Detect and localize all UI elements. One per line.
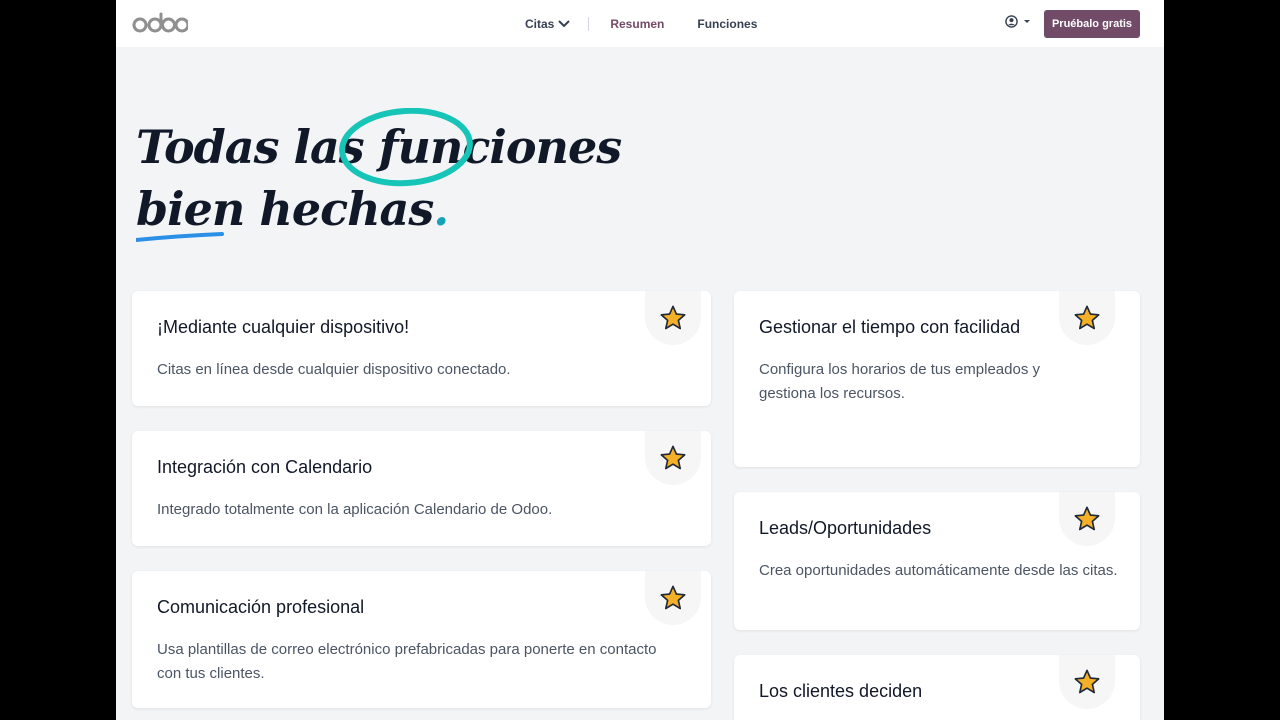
feature-card: ¡Mediante cualquier dispositivo! Citas e… <box>132 291 711 406</box>
page: Citas Resumen Funciones Pruébalo gratis <box>116 0 1164 720</box>
feature-card: Gestionar el tiempo con facilidad Config… <box>734 291 1140 467</box>
star-icon <box>1074 506 1100 531</box>
card-description: Crea oportunidades automáticamente desde… <box>759 562 1118 579</box>
feature-card: Leads/Oportunidades Crea oportunidades a… <box>734 492 1140 630</box>
odoo-logo[interactable] <box>132 10 188 36</box>
hero-highlight-word: funciones <box>378 120 622 174</box>
card-description: Integrado totalmente con la aplicación C… <box>157 501 553 518</box>
caret-down-icon <box>1024 19 1030 23</box>
hero-heading: Todas las funciones bien hechas. <box>136 108 656 248</box>
card-description: Configura los horarios de tus empleados … <box>759 361 1040 402</box>
nav-citas-dropdown[interactable]: Citas <box>525 16 571 31</box>
hero-underlined-word: bien <box>136 182 245 236</box>
main-nav: Citas Resumen Funciones <box>525 0 757 47</box>
nav-divider <box>588 16 590 31</box>
star-badge <box>1059 291 1115 345</box>
card-title: Gestionar el tiempo con facilidad <box>759 317 1021 337</box>
star-icon <box>1074 305 1100 330</box>
user-menu[interactable] <box>1005 15 1032 28</box>
hero-line-2: bien hechas. <box>136 182 449 236</box>
top-navbar: Citas Resumen Funciones Pruébalo gratis <box>116 0 1164 47</box>
star-badge <box>645 571 701 625</box>
card-description: Citas en línea desde cualquier dispositi… <box>157 361 511 378</box>
odoo-logo-icon <box>132 12 188 33</box>
feature-card: Los clientes deciden <box>734 655 1140 720</box>
card-title: Los clientes deciden <box>759 681 923 701</box>
feature-card: Comunicación profesional Usa plantillas … <box>132 571 711 708</box>
star-badge <box>645 431 701 485</box>
star-icon <box>660 585 686 610</box>
star-badge <box>645 291 701 345</box>
star-icon <box>1074 669 1100 694</box>
chevron-down-icon <box>558 19 571 27</box>
card-title: ¡Mediante cualquier dispositivo! <box>157 317 410 337</box>
feature-card: Integración con Calendario Integrado tot… <box>132 431 711 546</box>
card-description: Usa plantillas de correo electrónico pre… <box>157 641 657 682</box>
user-circle-icon <box>1005 15 1018 28</box>
star-icon <box>660 445 686 470</box>
nav-citas-label: Citas <box>525 16 555 31</box>
star-icon <box>660 305 686 330</box>
star-badge <box>1059 492 1115 546</box>
try-free-button[interactable]: Pruébalo gratis <box>1044 10 1140 38</box>
card-title: Integración con Calendario <box>157 457 373 477</box>
card-title: Comunicación profesional <box>157 597 365 617</box>
card-title: Leads/Oportunidades <box>759 518 932 538</box>
hero-line-1: Todas las funciones <box>136 120 622 174</box>
star-badge <box>1059 655 1115 709</box>
nav-funciones[interactable]: Funciones <box>697 17 757 31</box>
nav-resumen[interactable]: Resumen <box>610 17 664 31</box>
